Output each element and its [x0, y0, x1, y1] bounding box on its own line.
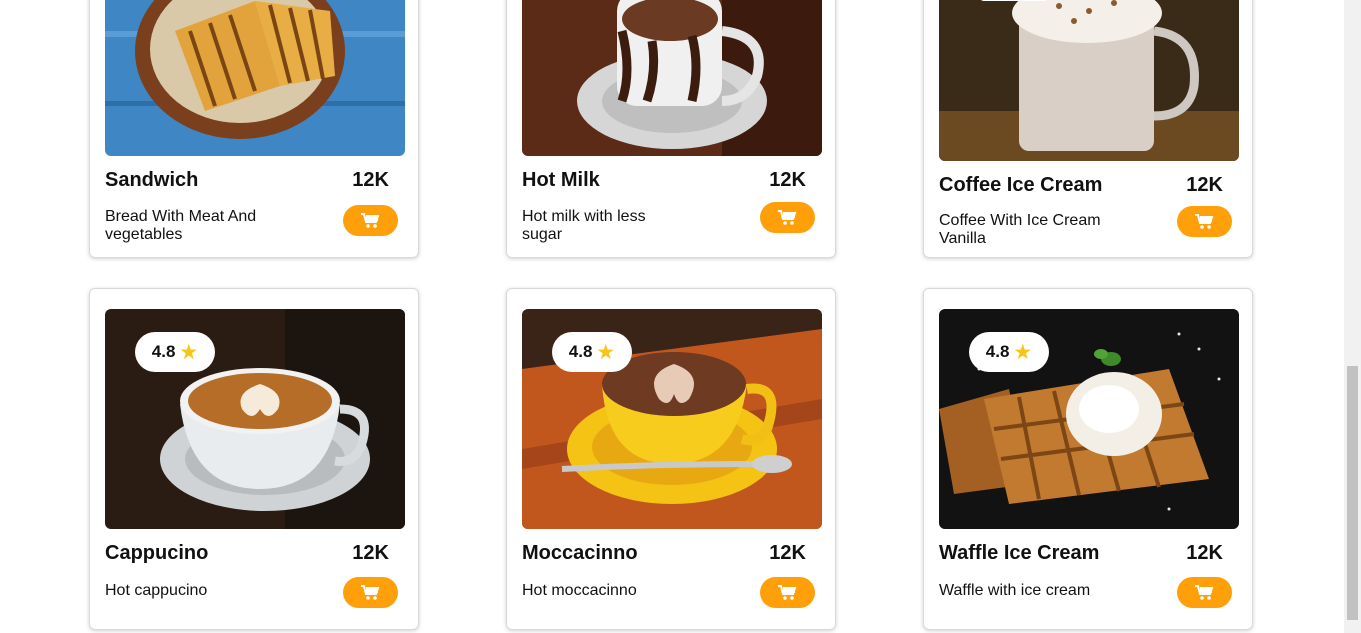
shopping-cart-icon — [777, 584, 796, 600]
product-price: 12K — [1186, 542, 1223, 564]
rating-badge: 4.8 ★ — [552, 332, 632, 372]
product-name: Hot Milk — [522, 169, 600, 191]
product-description: Waffle with ice cream — [939, 582, 1091, 599]
product-description: Bread With Meat And vegetables — [105, 208, 257, 243]
product-card-hot-milk: Hot Milk 12K Hot milk with less sugar — [506, 0, 836, 258]
product-description: Hot moccacinno — [522, 582, 637, 599]
shopping-cart-icon — [1194, 584, 1213, 600]
product-card-coffee-ice-cream: Coffee Ice Cream 12K Coffee With Ice Cre… — [923, 0, 1253, 258]
moccacinno-image: 4.8 ★ — [522, 309, 822, 529]
product-card-sandwich: Sandwich 12K Bread With Meat And vegetab… — [89, 0, 419, 258]
shopping-cart-icon — [360, 212, 379, 228]
hot-milk-image — [522, 0, 822, 156]
add-to-cart-button[interactable] — [1177, 577, 1232, 608]
product-card-cappucino: 4.8 ★ Cappucino 12K Hot cappucino — [89, 288, 419, 630]
add-to-cart-button[interactable] — [760, 577, 815, 608]
product-name: Moccacinno — [522, 542, 638, 564]
shopping-cart-icon — [1194, 213, 1213, 229]
cappucino-image: 4.8 ★ — [105, 309, 405, 529]
rating-badge: 4.8 ★ — [135, 332, 215, 372]
star-icon: ★ — [179, 340, 199, 364]
page-scrollbar[interactable] — [1344, 0, 1361, 633]
product-card-waffle-ice-cream: 4.8 ★ Waffle Ice Cream 12K Waffle with i… — [923, 288, 1253, 630]
add-to-cart-button[interactable] — [343, 577, 398, 608]
waffle-ice-cream-image: 4.8 ★ — [939, 309, 1239, 529]
rating-value: 4.8 — [568, 342, 593, 361]
add-to-cart-button[interactable] — [1177, 206, 1232, 237]
product-card-moccacinno: 4.8 ★ Moccacinno 12K Hot moccacinno — [506, 288, 836, 630]
rating-value: 4.8 — [985, 342, 1010, 361]
add-to-cart-button[interactable] — [760, 202, 815, 233]
product-name: Coffee Ice Cream — [939, 174, 1103, 196]
product-description: Hot cappucino — [105, 582, 208, 599]
coffee-ice-cream-image — [939, 0, 1239, 161]
rating-badge: 4.8 ★ — [969, 332, 1049, 372]
product-description: Hot milk with less sugar — [522, 208, 646, 243]
sandwich-image — [105, 0, 405, 156]
product-price: 12K — [352, 542, 389, 564]
star-icon: ★ — [1013, 340, 1033, 364]
product-name: Cappucino — [105, 542, 209, 564]
shopping-cart-icon — [360, 584, 379, 600]
product-name: Sandwich — [105, 169, 199, 191]
product-price: 12K — [1186, 174, 1223, 196]
product-price: 12K — [352, 169, 389, 191]
add-to-cart-button[interactable] — [343, 205, 398, 236]
shopping-cart-icon — [777, 209, 796, 225]
product-price: 12K — [769, 169, 806, 191]
product-price: 12K — [769, 542, 806, 564]
product-description: Coffee With Ice Cream Vanilla — [939, 212, 1101, 247]
star-icon: ★ — [596, 340, 616, 364]
rating-value: 4.8 — [151, 342, 176, 361]
product-name: Waffle Ice Cream — [939, 542, 1100, 564]
scrollbar-thumb[interactable] — [1347, 366, 1358, 620]
